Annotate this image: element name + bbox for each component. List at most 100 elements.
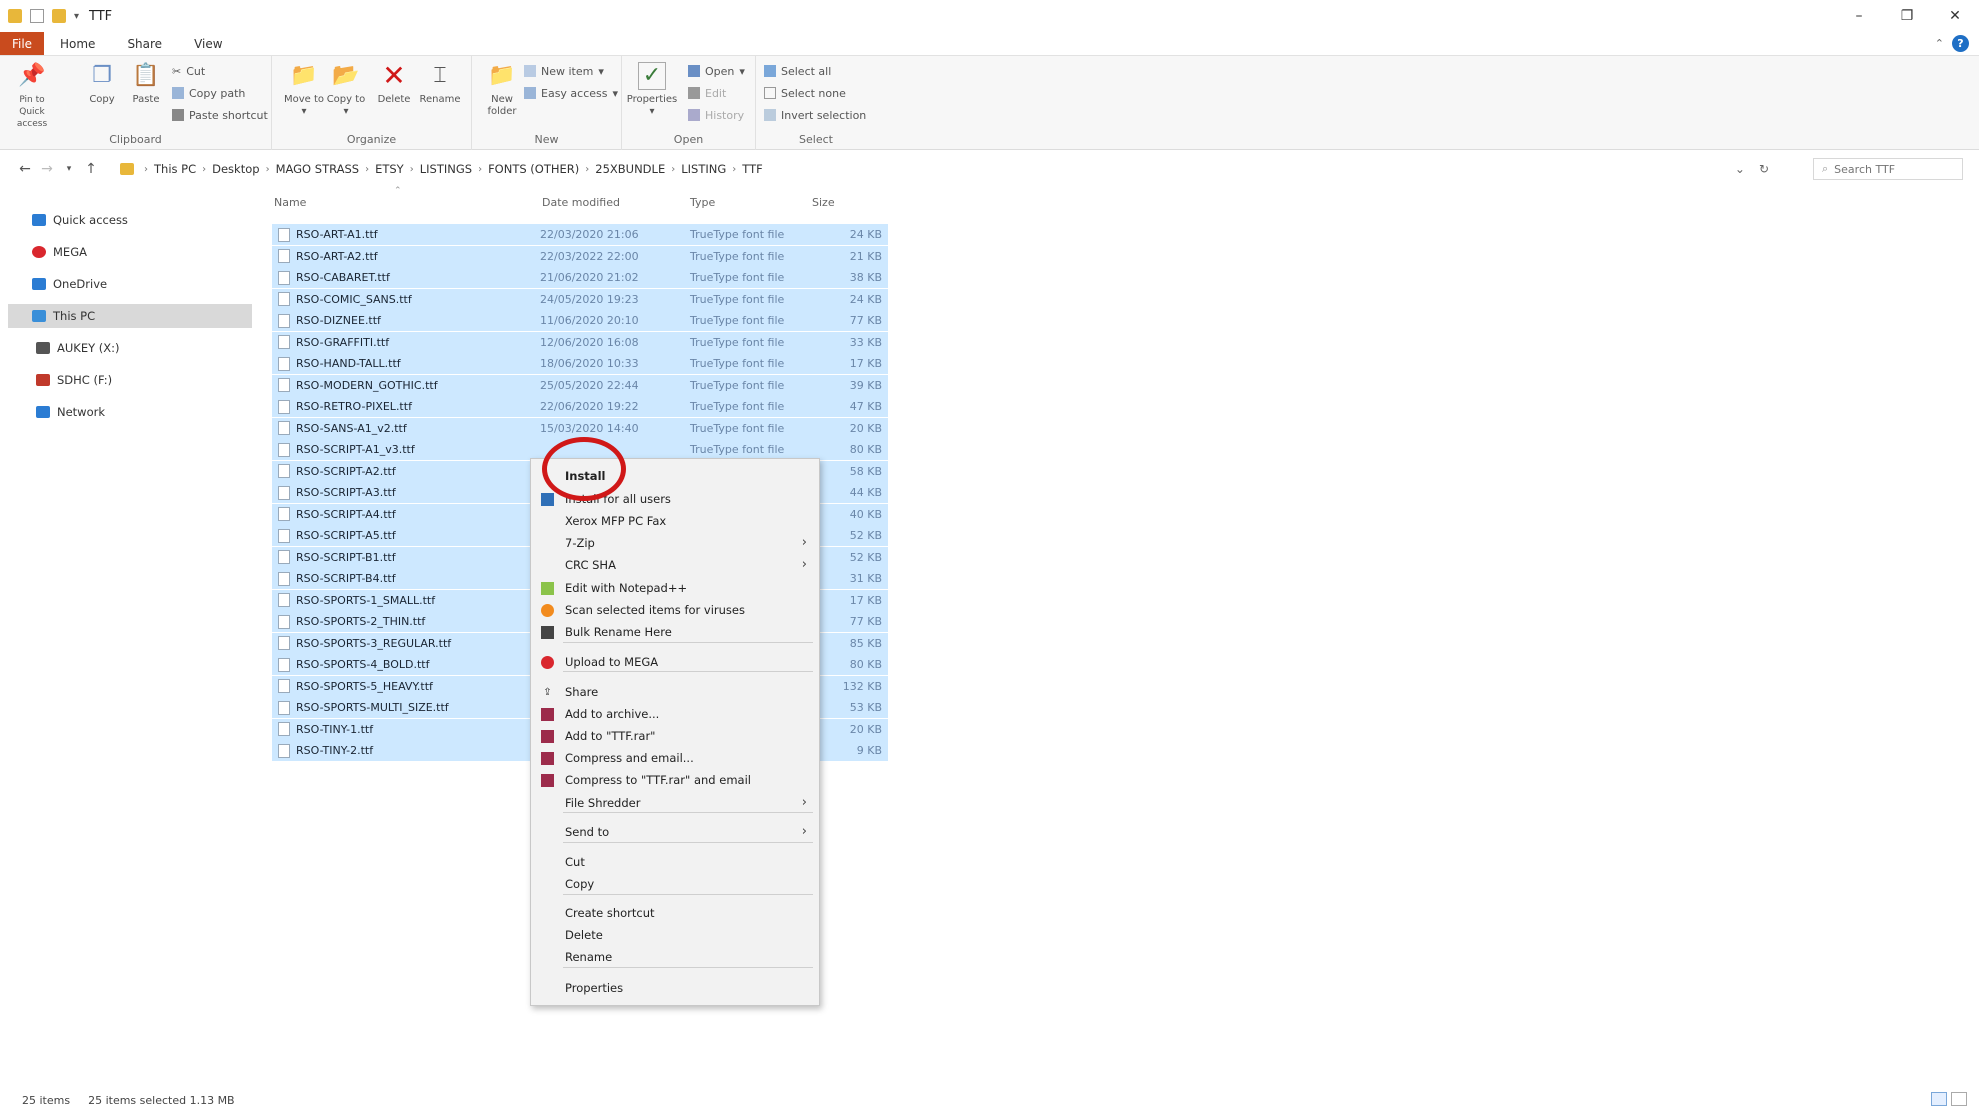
breadcrumb-item[interactable]: This PC [154, 162, 196, 176]
quick-access-toolbar-dropdown-icon[interactable]: ▾ [74, 11, 79, 22]
breadcrumb-chevron-icon[interactable]: › [585, 164, 589, 175]
open-button[interactable]: Open ▾ [688, 62, 745, 80]
breadcrumb-chevron-icon[interactable]: › [410, 164, 414, 175]
address-dropdown-icon[interactable]: ⌄ [1735, 162, 1745, 176]
nav-item-network[interactable]: Network [8, 400, 252, 424]
new-item-button[interactable]: New item ▾ [524, 62, 604, 80]
large-icons-view-icon[interactable] [1951, 1092, 1967, 1106]
menu-item-cut[interactable]: Cut [531, 851, 819, 873]
menu-item-scan-selected-items-for-viruses[interactable]: Scan selected items for viruses [531, 599, 819, 621]
table-row[interactable]: RSO-MODERN_GOTHIC.ttf 25/05/2020 22:44 Tru… [272, 374, 888, 396]
breadcrumb-chevron-icon[interactable]: › [478, 164, 482, 175]
paste-button[interactable]: 📋 Paste [124, 62, 168, 106]
table-row[interactable]: RSO-GRAFFITI.ttf 12/06/2020 16:08 TrueType… [272, 331, 888, 353]
menu-item-create-shortcut[interactable]: Create shortcut [531, 902, 819, 924]
table-row[interactable]: RSO-ART-A1.ttf 22/03/2020 21:06 TrueType f… [272, 224, 888, 245]
menu-item-delete[interactable]: Delete [531, 924, 819, 946]
breadcrumb-chevron-icon[interactable]: › [266, 164, 270, 175]
menu-item-add-to-ttf-rar[interactable]: Add to "TTF.rar" [531, 725, 819, 747]
new-folder-button[interactable]: 📁 New folder [480, 62, 524, 118]
breadcrumb-item[interactable]: FONTS (OTHER) [488, 162, 579, 176]
breadcrumb-item[interactable]: Desktop [212, 162, 259, 176]
breadcrumb-chevron-icon[interactable]: › [365, 164, 369, 175]
refresh-icon[interactable]: ↻ [1759, 162, 1769, 176]
breadcrumb-chevron-icon[interactable]: › [202, 164, 206, 175]
select-none-button[interactable]: Select none [764, 84, 846, 102]
breadcrumb-item[interactable]: LISTINGS [420, 162, 472, 176]
copy-to-button[interactable]: 📂 Copy to ▾ [324, 62, 368, 118]
menu-item-share[interactable]: ⇪ Share [531, 681, 819, 703]
menu-item-edit-with-notepad[interactable]: Edit with Notepad++ [531, 577, 819, 599]
ribbon-collapse-icon[interactable]: ⌃ [1935, 37, 1944, 50]
easy-access-button[interactable]: Easy access ▾ [524, 84, 618, 102]
table-row[interactable]: RSO-DIZNEE.ttf 11/06/2020 20:10 TrueType f… [272, 310, 888, 331]
table-row[interactable]: RSO-SANS-A1_v2.ttf 15/03/2020 14:40 TrueTy… [272, 417, 888, 439]
breadcrumb[interactable]: › This PC › Desktop › MAGO STRASS › ETSY › LISTIN… [120, 156, 763, 182]
back-arrow-icon[interactable]: ← [14, 161, 36, 177]
search-box[interactable]: ⌕ [1813, 158, 1963, 180]
column-date[interactable]: Date modified [542, 190, 620, 214]
nav-item-mega[interactable]: MEGA [8, 240, 252, 264]
menu-item-compress-and-email[interactable]: Compress and email... [531, 747, 819, 769]
properties-quick-icon[interactable] [30, 9, 44, 23]
menu-item-send-to[interactable]: Send to › [531, 821, 819, 843]
tab-view[interactable]: View [178, 32, 238, 55]
tab-share[interactable]: Share [111, 32, 178, 55]
table-row[interactable]: RSO-RETRO-PIXEL.ttf 22/06/2020 19:22 TrueT… [272, 396, 888, 417]
tab-file[interactable]: File [0, 32, 44, 55]
edit-button[interactable]: Edit [688, 84, 726, 102]
menu-item-7-zip[interactable]: 7-Zip › [531, 532, 819, 554]
breadcrumb-item[interactable]: ETSY [375, 162, 404, 176]
tab-home[interactable]: Home [44, 32, 111, 55]
recent-locations-icon[interactable]: ▾ [58, 164, 80, 174]
menu-item-compress-to-ttf-rar-and-email[interactable]: Compress to "TTF.rar" and email [531, 769, 819, 791]
breadcrumb-item[interactable]: TTF [742, 162, 762, 176]
new-folder-quick-icon[interactable] [52, 9, 66, 23]
search-input[interactable] [1834, 162, 1945, 176]
details-view-icon[interactable] [1931, 1092, 1947, 1106]
table-row[interactable]: RSO-CABARET.ttf 21/06/2020 21:02 TrueType … [272, 267, 888, 288]
breadcrumb-chevron-icon[interactable]: › [671, 164, 675, 175]
menu-item-add-to-archive[interactable]: Add to archive... [531, 703, 819, 725]
menu-item-xerox-mfp-pc-fax[interactable]: Xerox MFP PC Fax [531, 510, 819, 532]
invert-selection-button[interactable]: Invert selection [764, 106, 866, 124]
menu-item-properties[interactable]: Properties [531, 977, 819, 999]
breadcrumb-chevron-icon[interactable]: › [732, 164, 736, 175]
cut-button[interactable]: ✂ Cut [172, 62, 205, 80]
column-name[interactable]: Name [274, 190, 306, 214]
nav-item-sdhc-f[interactable]: SDHC (F:) [8, 368, 252, 392]
menu-item-bulk-rename-here[interactable]: Bulk Rename Here [531, 621, 819, 643]
move-to-button[interactable]: 📁 Move to ▾ [282, 62, 326, 118]
up-arrow-icon[interactable]: ↑ [80, 161, 102, 177]
delete-button[interactable]: ✕ Delete [372, 62, 416, 106]
copy-path-button[interactable]: Copy path [172, 84, 245, 102]
table-row[interactable]: RSO-ART-A2.ttf 22/03/2022 22:00 TrueType f… [272, 245, 888, 267]
pin-quick-access-button[interactable]: 📌 Pin to Quick access [10, 62, 54, 130]
properties-button[interactable]: ✓ Properties ▾ [626, 62, 678, 118]
menu-item-rename[interactable]: Rename [531, 946, 819, 968]
breadcrumb-item[interactable]: MAGO STRASS [276, 162, 360, 176]
restore-button[interactable]: ❐ [1883, 0, 1931, 32]
select-all-button[interactable]: Select all [764, 62, 831, 80]
table-row[interactable]: RSO-HAND-TALL.ttf 18/06/2020 10:33 TrueTyp… [272, 353, 888, 374]
nav-item-this-pc[interactable]: This PC [8, 304, 252, 328]
breadcrumb-item[interactable]: LISTING [681, 162, 726, 176]
history-button[interactable]: History [688, 106, 744, 124]
menu-item-copy[interactable]: Copy [531, 873, 819, 895]
column-type[interactable]: Type [690, 190, 715, 214]
nav-item-onedrive[interactable]: OneDrive [8, 272, 252, 296]
close-button[interactable]: ✕ [1931, 0, 1979, 32]
forward-arrow-icon[interactable]: → [36, 161, 58, 177]
menu-item-file-shredder[interactable]: File Shredder › [531, 792, 819, 814]
rename-button[interactable]: ⌶ Rename [418, 62, 462, 106]
breadcrumb-chevron-icon[interactable]: › [144, 164, 148, 175]
menu-item-crc-sha[interactable]: CRC SHA › [531, 554, 819, 576]
minimize-button[interactable]: – [1835, 0, 1883, 32]
paste-shortcut-button[interactable]: Paste shortcut [172, 106, 268, 124]
menu-item-upload-to-mega[interactable]: Upload to MEGA [531, 651, 819, 673]
copy-button[interactable]: ❐ Copy [80, 62, 124, 106]
table-row[interactable]: RSO-COMIC_SANS.ttf 24/05/2020 19:23 TrueTy… [272, 288, 888, 310]
breadcrumb-item[interactable]: 25XBUNDLE [595, 162, 665, 176]
nav-item-aukey-x[interactable]: AUKEY (X:) [8, 336, 252, 360]
nav-item-quick-access[interactable]: Quick access [8, 208, 252, 232]
